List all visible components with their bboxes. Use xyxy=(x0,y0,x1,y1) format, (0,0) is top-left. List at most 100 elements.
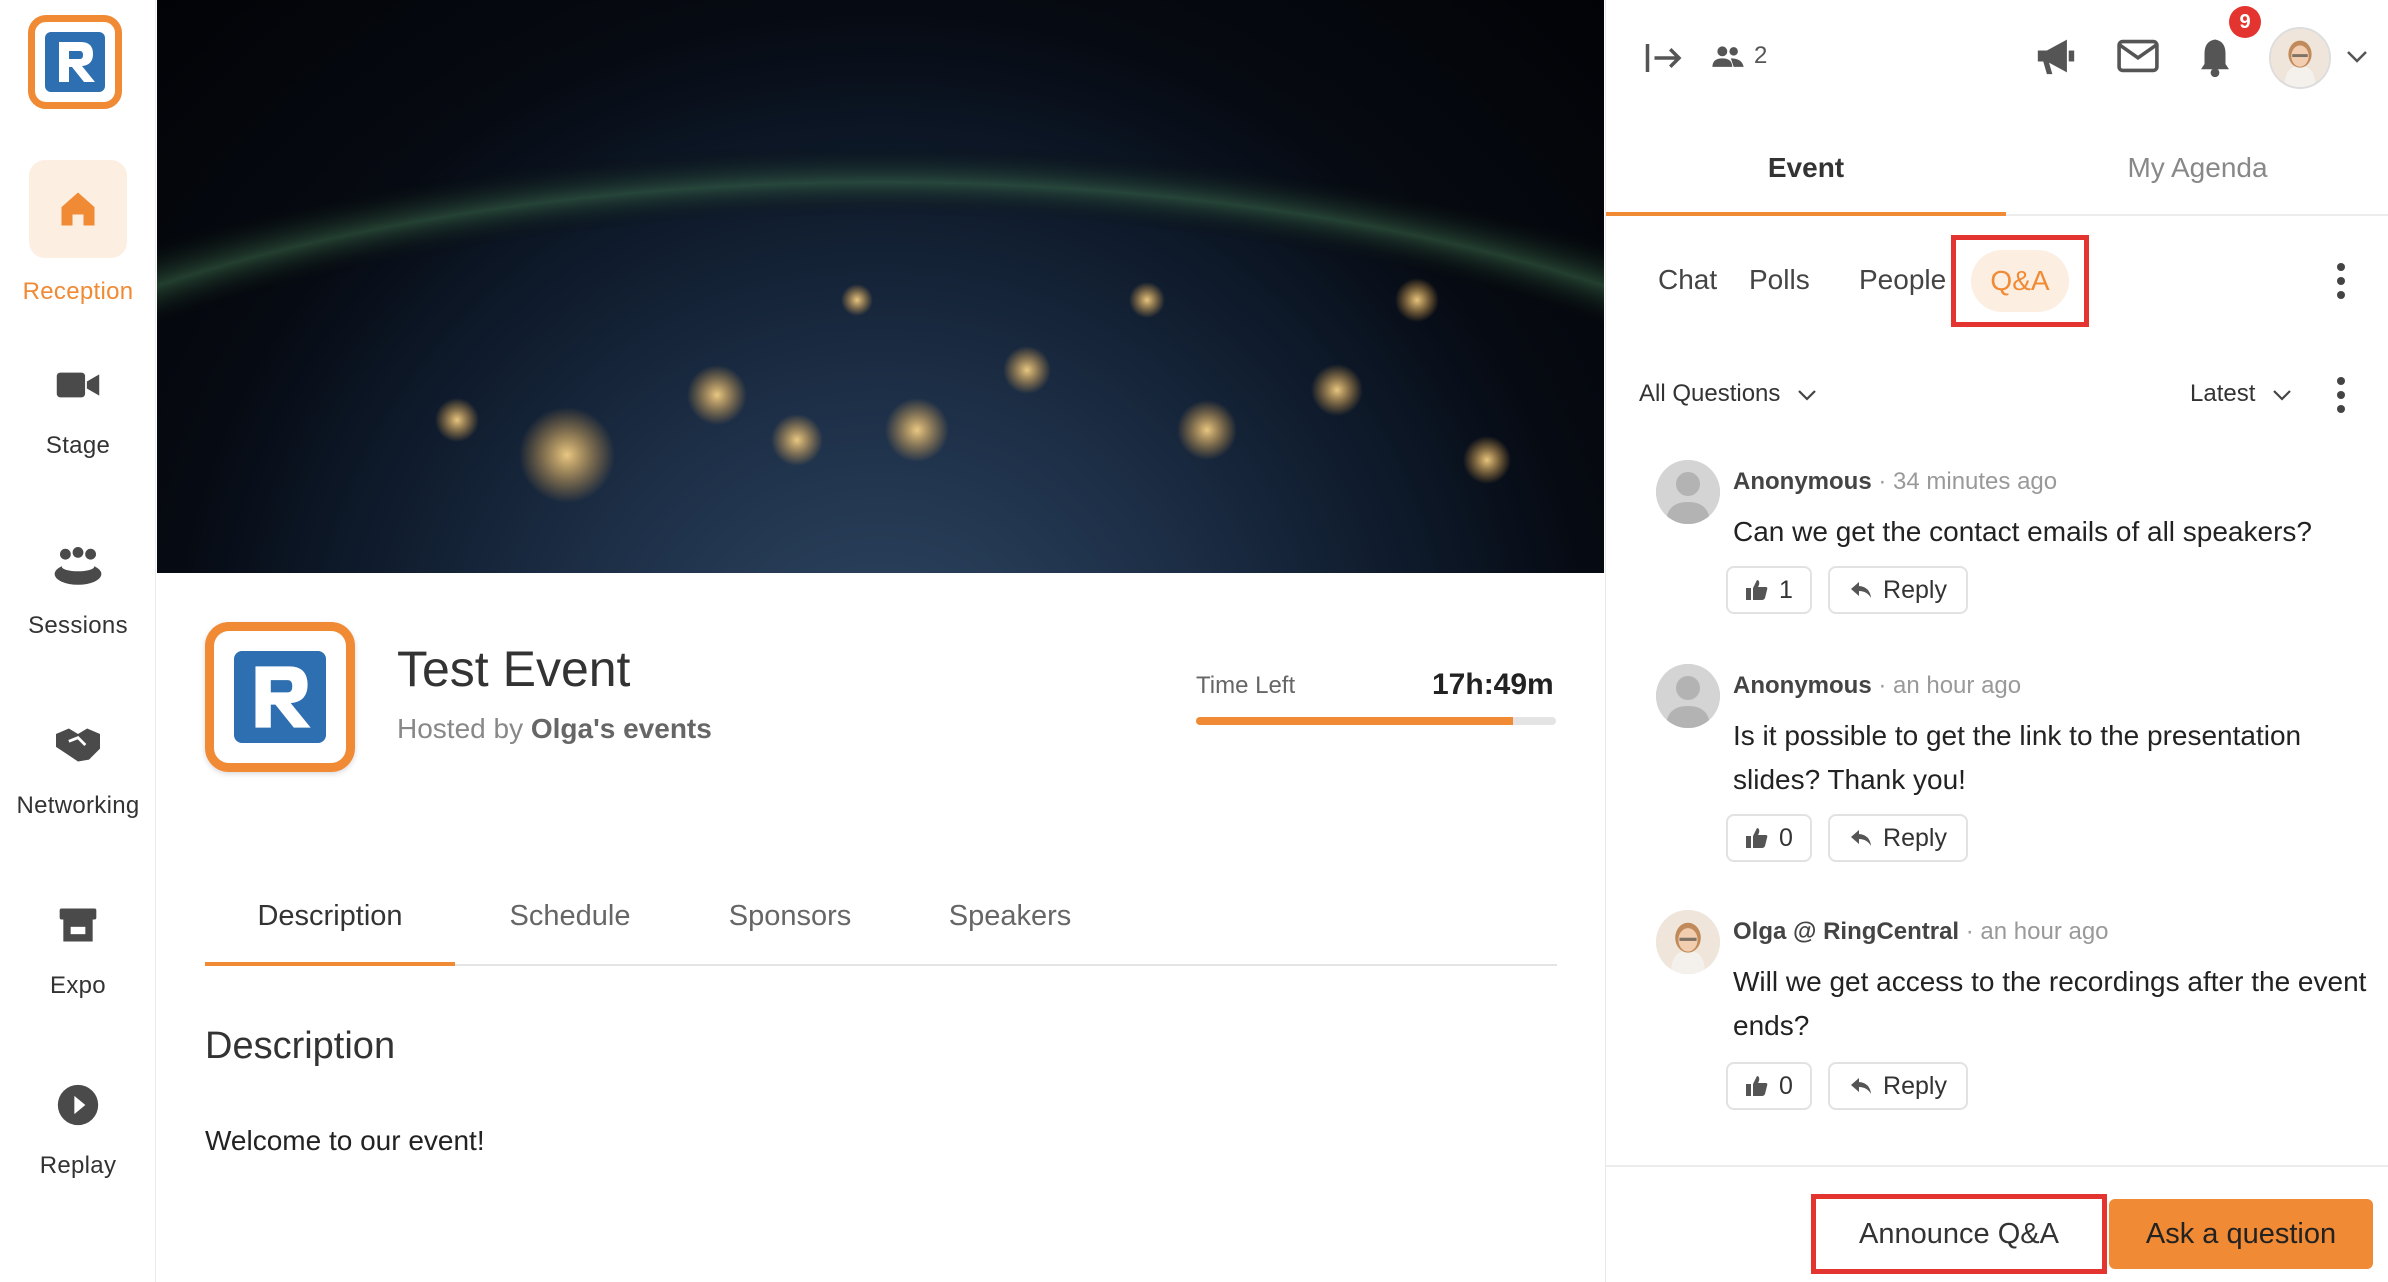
nav-expo[interactable]: Expo xyxy=(0,880,156,1000)
chevron-down-icon xyxy=(1798,390,1816,401)
nav-label: Expo xyxy=(50,972,106,999)
reply-arrow-icon xyxy=(1851,1078,1872,1094)
nav-label: Reception xyxy=(22,278,134,305)
event-title: Test Event xyxy=(397,641,631,697)
nav-label: Networking xyxy=(16,792,140,819)
question-author: Olga @ RingCentral xyxy=(1733,918,1960,945)
anonymous-avatar-icon xyxy=(1656,664,1720,728)
reply-label: Reply xyxy=(1883,823,1947,852)
thumbs-up-icon xyxy=(1746,828,1768,848)
tab-sponsors[interactable]: Sponsors xyxy=(675,890,905,966)
like-button[interactable]: 0 xyxy=(1726,1062,1812,1110)
megaphone-icon[interactable] xyxy=(2034,36,2078,81)
hosted-prefix: Hosted by xyxy=(397,713,524,744)
nav-sessions[interactable]: Sessions xyxy=(0,520,156,640)
nav-label: Stage xyxy=(45,432,111,459)
chevron-down-icon[interactable] xyxy=(2346,50,2368,69)
like-button[interactable]: 0 xyxy=(1726,814,1812,862)
question-author: Anonymous xyxy=(1733,672,1872,699)
qa-filter-row: All Questions Latest xyxy=(1606,372,2388,416)
like-count: 0 xyxy=(1779,823,1793,852)
reply-arrow-icon xyxy=(1851,830,1872,846)
sort-label: Latest xyxy=(2190,380,2256,407)
more-options-icon[interactable] xyxy=(2336,262,2346,305)
tab-qa[interactable]: Q&A xyxy=(1971,250,2069,312)
attendee-count: 2 xyxy=(1754,42,1768,69)
question-meta: Anonymous · an hour ago xyxy=(1733,672,2022,699)
time-left-label: Time Left xyxy=(1196,672,1296,699)
time-left-progress-fill xyxy=(1196,717,1513,725)
thumbs-up-icon xyxy=(1746,580,1768,600)
description-heading: Description xyxy=(205,1025,396,1067)
handshake-icon xyxy=(29,700,127,790)
tab-people[interactable]: People xyxy=(1859,264,1946,296)
question-text: Will we get access to the recordings aft… xyxy=(1733,966,2367,1041)
panel-main-tabs: Event My Agenda xyxy=(1606,140,2388,216)
question-time: an hour ago xyxy=(1980,918,2109,945)
notification-badge: 9 xyxy=(2229,6,2261,38)
r-logo-icon xyxy=(234,651,326,743)
qa-footer: Announce Q&A Ask a question xyxy=(1606,1165,2388,1282)
reply-button[interactable]: Reply xyxy=(1828,566,1968,614)
anonymous-avatar-icon xyxy=(1656,460,1720,524)
question-time: 34 minutes ago xyxy=(1893,468,2058,495)
more-options-icon[interactable] xyxy=(2336,376,2346,419)
nav-label: Replay xyxy=(39,1152,117,1179)
tab-my-agenda[interactable]: My Agenda xyxy=(2006,140,2388,216)
question-time: an hour ago xyxy=(1893,672,2022,699)
user-avatar[interactable] xyxy=(2269,27,2331,89)
like-button[interactable]: 1 xyxy=(1726,566,1812,614)
left-nav: Reception Stage Sessions Networking Expo… xyxy=(0,0,156,1282)
video-camera-icon xyxy=(29,340,127,430)
reply-arrow-icon xyxy=(1851,582,1872,598)
sort-dropdown[interactable]: Latest xyxy=(2190,380,2292,408)
time-left-progress xyxy=(1196,717,1556,725)
tab-schedule[interactable]: Schedule xyxy=(455,890,685,966)
collapse-panel-icon[interactable] xyxy=(1644,40,1686,81)
question-filter-label: All Questions xyxy=(1639,380,1781,407)
tab-speakers[interactable]: Speakers xyxy=(895,890,1125,966)
tab-description[interactable]: Description xyxy=(205,890,455,966)
reply-button[interactable]: Reply xyxy=(1828,814,1968,862)
event-info-tabs: Description Schedule Sponsors Speakers xyxy=(205,890,1557,966)
thumbs-up-icon xyxy=(1746,1076,1768,1096)
question-author: Anonymous xyxy=(1733,468,1872,495)
tab-chat[interactable]: Chat xyxy=(1658,264,1717,296)
mail-icon[interactable] xyxy=(2116,38,2160,79)
nav-reception[interactable]: Reception xyxy=(0,160,156,306)
event-logo xyxy=(205,622,355,772)
chevron-down-icon xyxy=(2273,390,2291,401)
question-filter-dropdown[interactable]: All Questions xyxy=(1639,380,1817,408)
right-panel: 2 9 Event My Agenda Chat Polls People Q&… xyxy=(1605,0,2388,1282)
user-avatar xyxy=(1656,910,1720,974)
tab-event[interactable]: Event xyxy=(1606,140,2006,216)
app-logo[interactable] xyxy=(28,15,122,109)
r-logo-icon xyxy=(45,32,105,92)
like-count: 1 xyxy=(1779,575,1793,604)
tab-polls[interactable]: Polls xyxy=(1749,264,1810,296)
reply-label: Reply xyxy=(1883,1071,1947,1100)
main-content: Test Event Hosted by Olga's events Time … xyxy=(157,0,1604,1282)
nav-networking[interactable]: Networking xyxy=(0,700,156,820)
ask-question-button[interactable]: Ask a question xyxy=(2109,1199,2373,1269)
question-meta: Olga @ RingCentral · an hour ago xyxy=(1733,918,2109,945)
nav-stage[interactable]: Stage xyxy=(0,340,156,460)
bell-icon[interactable] xyxy=(2196,36,2234,83)
nav-replay[interactable]: Replay xyxy=(0,1060,156,1180)
play-circle-icon xyxy=(29,1060,127,1150)
question-text: Is it possible to get the link to the pr… xyxy=(1733,720,2302,795)
description-text: Welcome to our event! xyxy=(205,1125,485,1156)
event-banner-image xyxy=(157,0,1604,573)
announce-qa-button[interactable]: Announce Q&A xyxy=(1821,1203,2097,1265)
question-meta: Anonymous · 34 minutes ago xyxy=(1733,468,2058,495)
home-icon xyxy=(29,160,127,258)
host-name[interactable]: Olga's events xyxy=(531,713,712,744)
attendees-icon[interactable] xyxy=(1711,44,1745,75)
nav-label: Sessions xyxy=(28,612,128,639)
hosted-by: Hosted by Olga's events xyxy=(397,713,712,745)
reply-label: Reply xyxy=(1883,575,1947,604)
reply-button[interactable]: Reply xyxy=(1828,1062,1968,1110)
group-icon xyxy=(29,520,127,610)
like-count: 0 xyxy=(1779,1071,1793,1100)
booth-icon xyxy=(29,880,127,970)
